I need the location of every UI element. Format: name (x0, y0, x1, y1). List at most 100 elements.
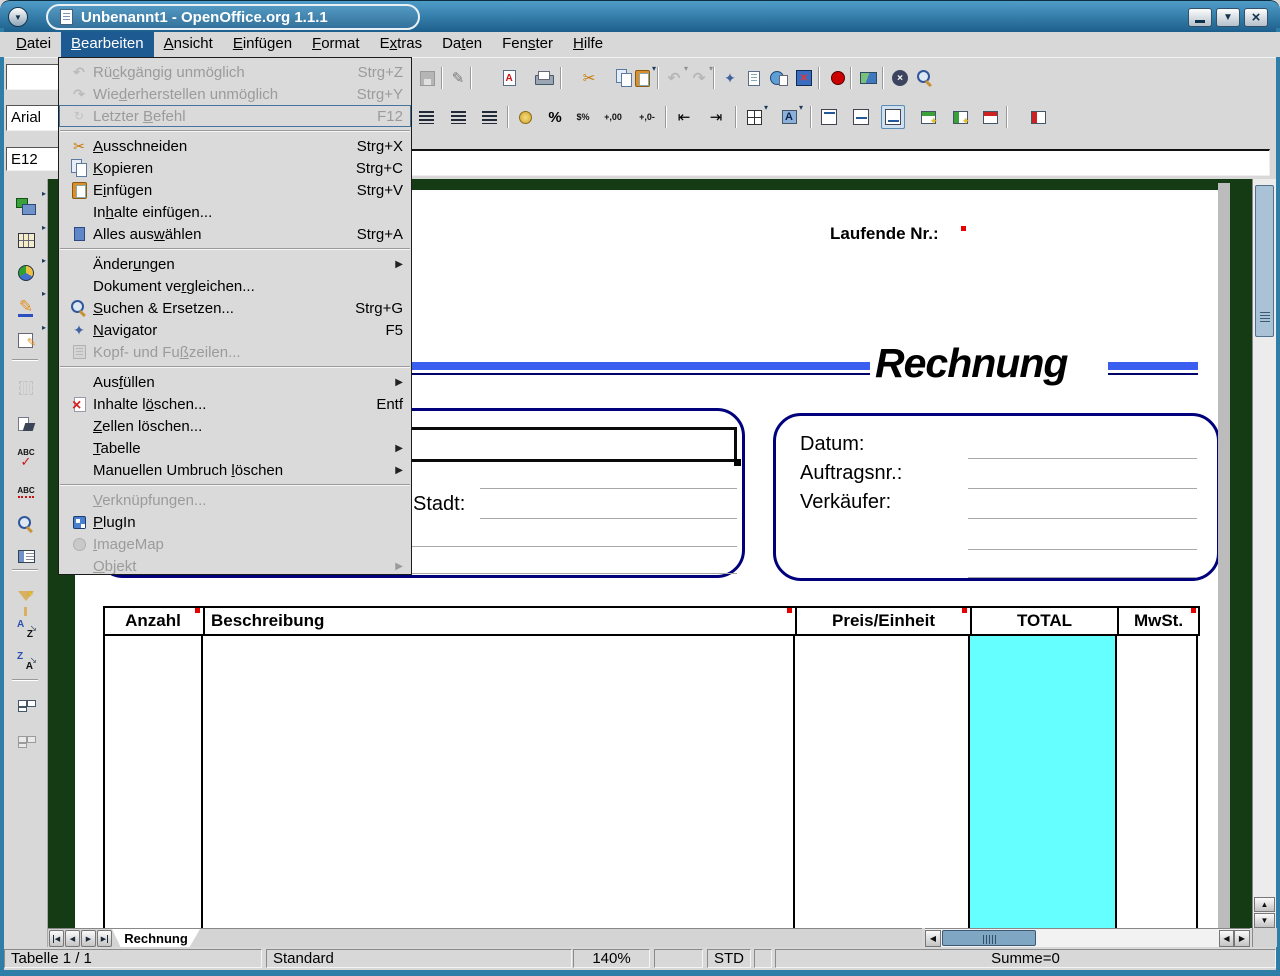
menu-item-alles-auswaehlen[interactable]: Alles auswählen Strg+A (59, 223, 411, 245)
menu-item-plugin[interactable]: PlugIn (59, 511, 411, 533)
menu-datei[interactable]: Datei (6, 32, 61, 57)
menu-item-objekt[interactable]: Objekt ▶ (59, 555, 411, 577)
justify-button[interactable] (477, 105, 501, 129)
export-pdf-button[interactable] (497, 66, 521, 90)
menu-format[interactable]: Format (302, 32, 370, 57)
stop-loading-button[interactable]: × (888, 66, 912, 90)
group-button[interactable] (8, 691, 44, 721)
insert-cells-button[interactable]: ▸ (8, 225, 44, 255)
fullscreen-button[interactable]: ✕ (792, 66, 816, 90)
borders-button[interactable]: ▾ (742, 105, 766, 129)
paste-button[interactable]: ▾ (630, 66, 654, 90)
vertical-scrollbar[interactable]: ▲ ▼ (1252, 179, 1276, 947)
previous-sheet-button[interactable]: ◀ (65, 930, 80, 947)
menu-item-suchen-ersetzen[interactable]: Suchen & Ersetzen... Strg+G (59, 297, 411, 319)
last-sheet-button[interactable]: ▶ (97, 930, 112, 947)
choose-themes-button[interactable] (8, 409, 44, 439)
insert-column-button[interactable]: ✦ (948, 105, 972, 129)
gallery-button[interactable] (856, 66, 880, 90)
background-color-button[interactable]: A▾ (777, 105, 801, 129)
header-beschreibung[interactable]: Beschreibung (203, 606, 795, 636)
scroll-up-button[interactable]: ▲ (1254, 897, 1275, 912)
menu-item-letzter-befehl[interactable]: ↻ Letzter Befehl F12 (59, 105, 411, 127)
header-anzahl[interactable]: Anzahl (103, 606, 203, 636)
menu-item-wiederherstellen[interactable]: ↷ Wiederherstellen unmöglich Strg+Y (59, 83, 411, 105)
add-decimal-button[interactable]: +,00 (601, 105, 625, 129)
menu-hilfe[interactable]: Hilfe (563, 32, 613, 57)
decrease-indent-button[interactable]: ⇤ (672, 105, 696, 129)
data-sources-button[interactable] (8, 541, 44, 571)
print-button[interactable] (531, 66, 555, 90)
scroll-right-button[interactable]: ▶ (1234, 930, 1250, 947)
menu-item-rueckgaengig[interactable]: ↶ Rückgängig unmöglich Strg+Z (59, 61, 411, 83)
undo-button[interactable]: ↶▾ (662, 66, 686, 90)
selection-handle[interactable] (734, 459, 741, 466)
align-right-button[interactable] (446, 105, 470, 129)
draw-functions-button[interactable]: ✎▸ (8, 291, 44, 321)
redo-button[interactable]: ↷▾ (687, 66, 711, 90)
menu-item-inhalte-einfuegen[interactable]: Inhalte einfügen... (59, 201, 411, 223)
align-top-button[interactable] (817, 105, 841, 129)
menu-fenster[interactable]: Fenster (492, 32, 563, 57)
status-selection-mode[interactable]: STD (707, 949, 751, 968)
total-column-fill[interactable] (970, 636, 1117, 928)
cut-button[interactable]: ✂ (577, 66, 601, 90)
hyperlink-button[interactable] (767, 66, 791, 90)
menu-extras[interactable]: Extras (370, 32, 433, 57)
sheet-tab-rechnung[interactable]: Rechnung (112, 929, 200, 948)
edit-form-button[interactable]: ▸ (8, 325, 44, 355)
spellcheck-button[interactable]: ABC✓ (8, 443, 44, 473)
menu-item-kopf-fusszeilen[interactable]: Kopf- und Fußzeilen... (59, 341, 411, 363)
insert-row-button[interactable]: ✦ (916, 105, 940, 129)
scroll-left-button[interactable]: ◀ (925, 930, 941, 947)
align-bottom-button[interactable] (881, 105, 905, 129)
menu-daten[interactable]: Daten (432, 32, 492, 57)
window-menu-button[interactable]: ▼ (8, 7, 28, 27)
insert-chart-button[interactable]: ▸ (8, 258, 44, 288)
menu-item-kopieren[interactable]: Kopieren Strg+C (59, 157, 411, 179)
menu-einfuegen[interactable]: Einfügen (223, 32, 302, 57)
first-sheet-button[interactable]: ◀ (49, 930, 64, 947)
minimize-button[interactable] (1188, 8, 1212, 27)
horizontal-scroll-thumb[interactable] (942, 930, 1036, 946)
menu-item-ausfuellen[interactable]: Ausfüllen ▶ (59, 371, 411, 393)
record-button[interactable] (826, 66, 850, 90)
navigator-button[interactable]: ✦ (718, 66, 742, 90)
find-replace-button[interactable] (8, 509, 44, 539)
delete-decimal-button[interactable]: +,0- (635, 105, 659, 129)
maximize-button[interactable]: ▼ (1216, 8, 1240, 27)
delete-column-button[interactable] (1026, 105, 1050, 129)
align-center-button[interactable] (414, 105, 438, 129)
percent-button[interactable]: % (543, 105, 567, 129)
currency-button[interactable] (513, 105, 537, 129)
delete-row-button[interactable] (978, 105, 1002, 129)
zoom-button[interactable] (913, 66, 937, 90)
ungroup-button[interactable] (8, 727, 44, 757)
form-controls-button[interactable] (8, 373, 44, 403)
exchange-format-button[interactable]: $% (571, 105, 595, 129)
vertical-scroll-thumb[interactable] (1255, 185, 1274, 337)
menu-item-aenderungen[interactable]: Änderungen ▶ (59, 253, 411, 275)
title-bar[interactable]: ▼ Unbenannt1 - OpenOffice.org 1.1.1 ▼ × (0, 0, 1280, 32)
sort-descending-button[interactable]: Z↘A (8, 647, 44, 677)
save-button[interactable] (415, 66, 439, 90)
status-zoom[interactable]: 140% (573, 949, 650, 968)
menu-item-verknuepfungen[interactable]: Verknüpfungen... (59, 489, 411, 511)
stylist-button[interactable] (742, 66, 766, 90)
increase-indent-button[interactable]: ⇥ (704, 105, 728, 129)
insert-button[interactable]: ▸ (8, 191, 44, 221)
header-total[interactable]: TOTAL (970, 606, 1117, 636)
scroll-left-button-2[interactable]: ◀ (1219, 930, 1234, 947)
edit-file-button[interactable]: ✎ (446, 66, 470, 90)
menu-item-inhalte-loeschen[interactable]: Inhalte löschen... Entf (59, 393, 411, 415)
menu-item-manuellen-umbruch[interactable]: Manuellen Umbruch löschen ▶ (59, 459, 411, 481)
menu-item-navigator[interactable]: ✦ Navigator F5 (59, 319, 411, 341)
menu-bearbeiten[interactable]: Bearbeiten (61, 32, 154, 57)
menu-item-imagemap[interactable]: ImageMap (59, 533, 411, 555)
auto-spellcheck-button[interactable]: ABC (8, 477, 44, 507)
scroll-down-button[interactable]: ▼ (1254, 913, 1275, 928)
horizontal-scrollbar[interactable]: ◀ ◀ ▶ (925, 928, 1250, 947)
menu-item-ausschneiden[interactable]: ✂ Ausschneiden Strg+X (59, 135, 411, 157)
menu-item-zellen-loeschen[interactable]: Zellen löschen... (59, 415, 411, 437)
menu-item-tabelle[interactable]: Tabelle ▶ (59, 437, 411, 459)
